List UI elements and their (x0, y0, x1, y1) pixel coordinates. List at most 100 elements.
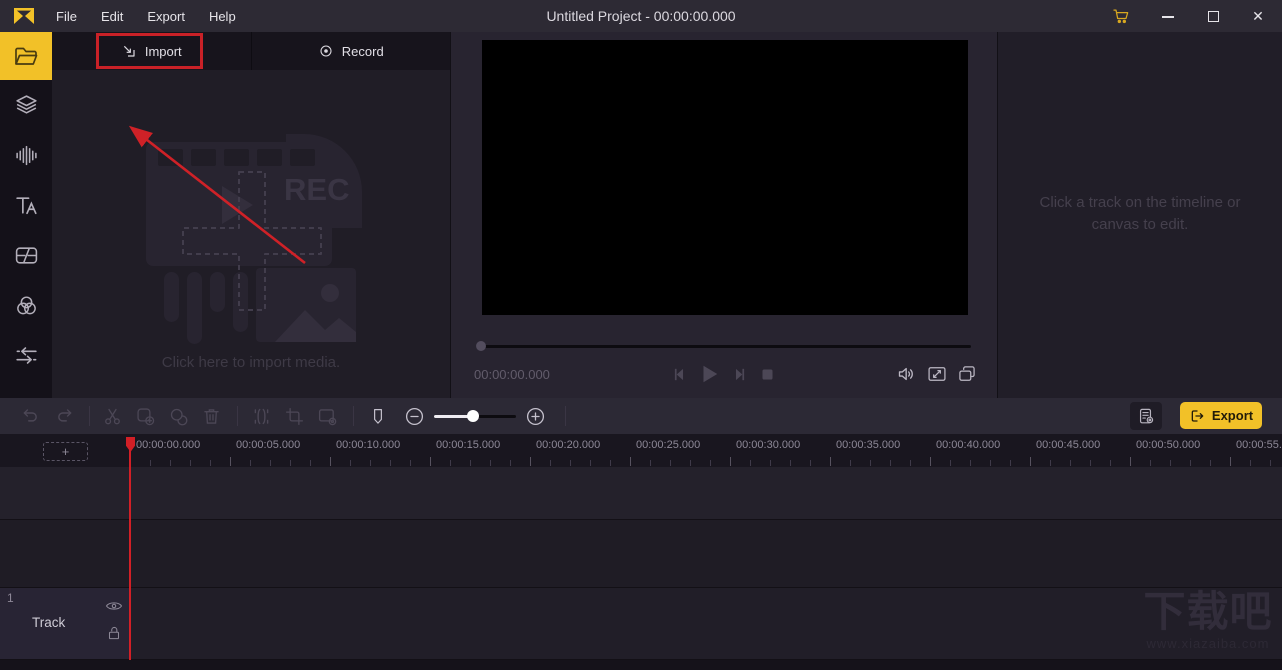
cart-icon[interactable] (1108, 0, 1134, 32)
ruler-tick (930, 457, 931, 466)
titlebar: File Edit Export Help Untitled Project -… (0, 0, 1282, 32)
seekbar-track (476, 344, 971, 348)
ruler-tick (1230, 457, 1231, 466)
stop-icon[interactable] (754, 361, 780, 387)
zoom-out-icon[interactable] (402, 404, 426, 428)
ruler-tick (410, 460, 411, 466)
preview-seekbar[interactable] (476, 341, 971, 351)
ruler-label: 00:00:50.000 (1136, 439, 1201, 451)
ruler-tick (210, 460, 211, 466)
sidebar-item-filters[interactable] (0, 280, 52, 330)
annotation-highlight-box (96, 33, 203, 69)
visibility-eye-icon[interactable] (105, 599, 123, 613)
sidebar-item-audio[interactable] (0, 130, 52, 180)
inspector-hint-text: Click a track on the timeline or canvas … (1039, 194, 1241, 233)
previous-frame-icon[interactable] (666, 361, 692, 387)
fullscreen-icon[interactable] (924, 361, 950, 387)
crop-icon[interactable] (282, 404, 306, 428)
timeline-lane-2[interactable] (0, 520, 1282, 588)
copy-icon[interactable] (133, 404, 157, 428)
ruler-tick (830, 457, 831, 466)
play-icon[interactable] (696, 361, 722, 387)
zoom-slider-thumb[interactable] (467, 409, 480, 422)
toolbar-divider (565, 406, 566, 426)
ruler-tick (790, 460, 791, 466)
close-icon[interactable]: ✕ (1245, 0, 1271, 32)
ruler-tick (350, 460, 351, 466)
import-dropzone[interactable]: REC Click here to import media. (52, 70, 450, 398)
tab-record[interactable]: Record (250, 32, 451, 70)
ruler-tick (390, 460, 391, 466)
text-icon (14, 193, 39, 218)
marker-icon[interactable] (366, 404, 390, 428)
sidebar-item-elements[interactable] (0, 80, 52, 130)
lock-open-icon[interactable] (105, 624, 123, 642)
ruler-label: 00:00:30.000 (736, 439, 801, 451)
media-folder-icon (13, 44, 39, 68)
ruler-label: 00:00:25.000 (636, 439, 701, 451)
sidebar-item-media[interactable] (0, 32, 52, 80)
timeline-ruler[interactable]: + 00:00:00.000 00:00:05.000 00:00:10.000 00… (0, 434, 1282, 467)
ruler-tick (610, 460, 611, 466)
export-frame-icon[interactable] (315, 404, 339, 428)
ruler-label: 00:00:40.000 (936, 439, 1001, 451)
ruler-tick (170, 460, 171, 466)
cut-icon[interactable] (100, 404, 124, 428)
watermark-site-url: www.xiazaiba.com (1146, 636, 1270, 652)
sidebar-item-text[interactable] (0, 180, 52, 230)
ruler-tick (370, 460, 371, 466)
filters-icon (14, 293, 39, 318)
timeline-zoom-slider[interactable] (434, 409, 516, 422)
ruler-tick (250, 460, 251, 466)
rec-label: REC (284, 172, 349, 207)
ruler-tick (1050, 460, 1051, 466)
split-icon[interactable] (249, 404, 273, 428)
ruler-tick (770, 460, 771, 466)
timeline-lane-1[interactable] (0, 467, 1282, 520)
ruler-tick (230, 457, 231, 466)
record-icon (318, 43, 334, 59)
undo-icon[interactable] (18, 404, 42, 428)
redo-icon[interactable] (52, 404, 76, 428)
ruler-tick (710, 460, 711, 466)
video-canvas[interactable] (482, 40, 968, 315)
preview-current-time: 00:00:00.000 (474, 367, 550, 382)
sidebar-item-transitions[interactable] (0, 330, 52, 380)
minimize-icon[interactable] (1155, 0, 1181, 32)
ruler-tick (310, 460, 311, 466)
timeline-track-row[interactable]: 1 Track (0, 588, 1282, 660)
export-button[interactable]: Export (1180, 402, 1262, 429)
import-placeholder-illustration: REC (136, 126, 368, 344)
split-screen-icon (14, 243, 39, 268)
audio-waveform-icon (14, 143, 39, 168)
snapshot-icon[interactable] (954, 361, 980, 387)
track-header[interactable]: 1 Track (0, 588, 130, 659)
add-track-button[interactable]: + (43, 442, 88, 461)
project-settings-icon (1137, 407, 1156, 426)
sidebar-item-split-screen[interactable] (0, 230, 52, 280)
ruler-tick (290, 460, 291, 466)
maximize-icon[interactable] (1200, 0, 1226, 32)
video-editor-window: File Edit Export Help Untitled Project -… (0, 0, 1282, 670)
ruler-tick (490, 460, 491, 466)
transitions-icon (14, 343, 39, 368)
ruler-tick (750, 460, 751, 466)
project-settings-button[interactable] (1130, 402, 1162, 430)
ruler-tick (1110, 460, 1111, 466)
ruler-tick (1270, 460, 1271, 466)
track-name: Track (32, 615, 66, 630)
paste-icon[interactable] (166, 404, 190, 428)
zoom-in-icon[interactable] (523, 404, 547, 428)
seekbar-handle[interactable] (476, 341, 486, 351)
toolbar-divider (89, 406, 90, 426)
ruler-label: 00:00:55.000 (1236, 439, 1282, 451)
next-frame-icon[interactable] (726, 361, 752, 387)
ruler-tick (1170, 460, 1171, 466)
ruler-tick (1150, 460, 1151, 466)
delete-icon[interactable] (199, 404, 223, 428)
ruler-tick (630, 457, 631, 466)
volume-icon[interactable] (894, 361, 920, 387)
ruler-tick (690, 460, 691, 466)
timeline-bottom-strip (0, 660, 1282, 670)
toolbar-divider (353, 406, 354, 426)
